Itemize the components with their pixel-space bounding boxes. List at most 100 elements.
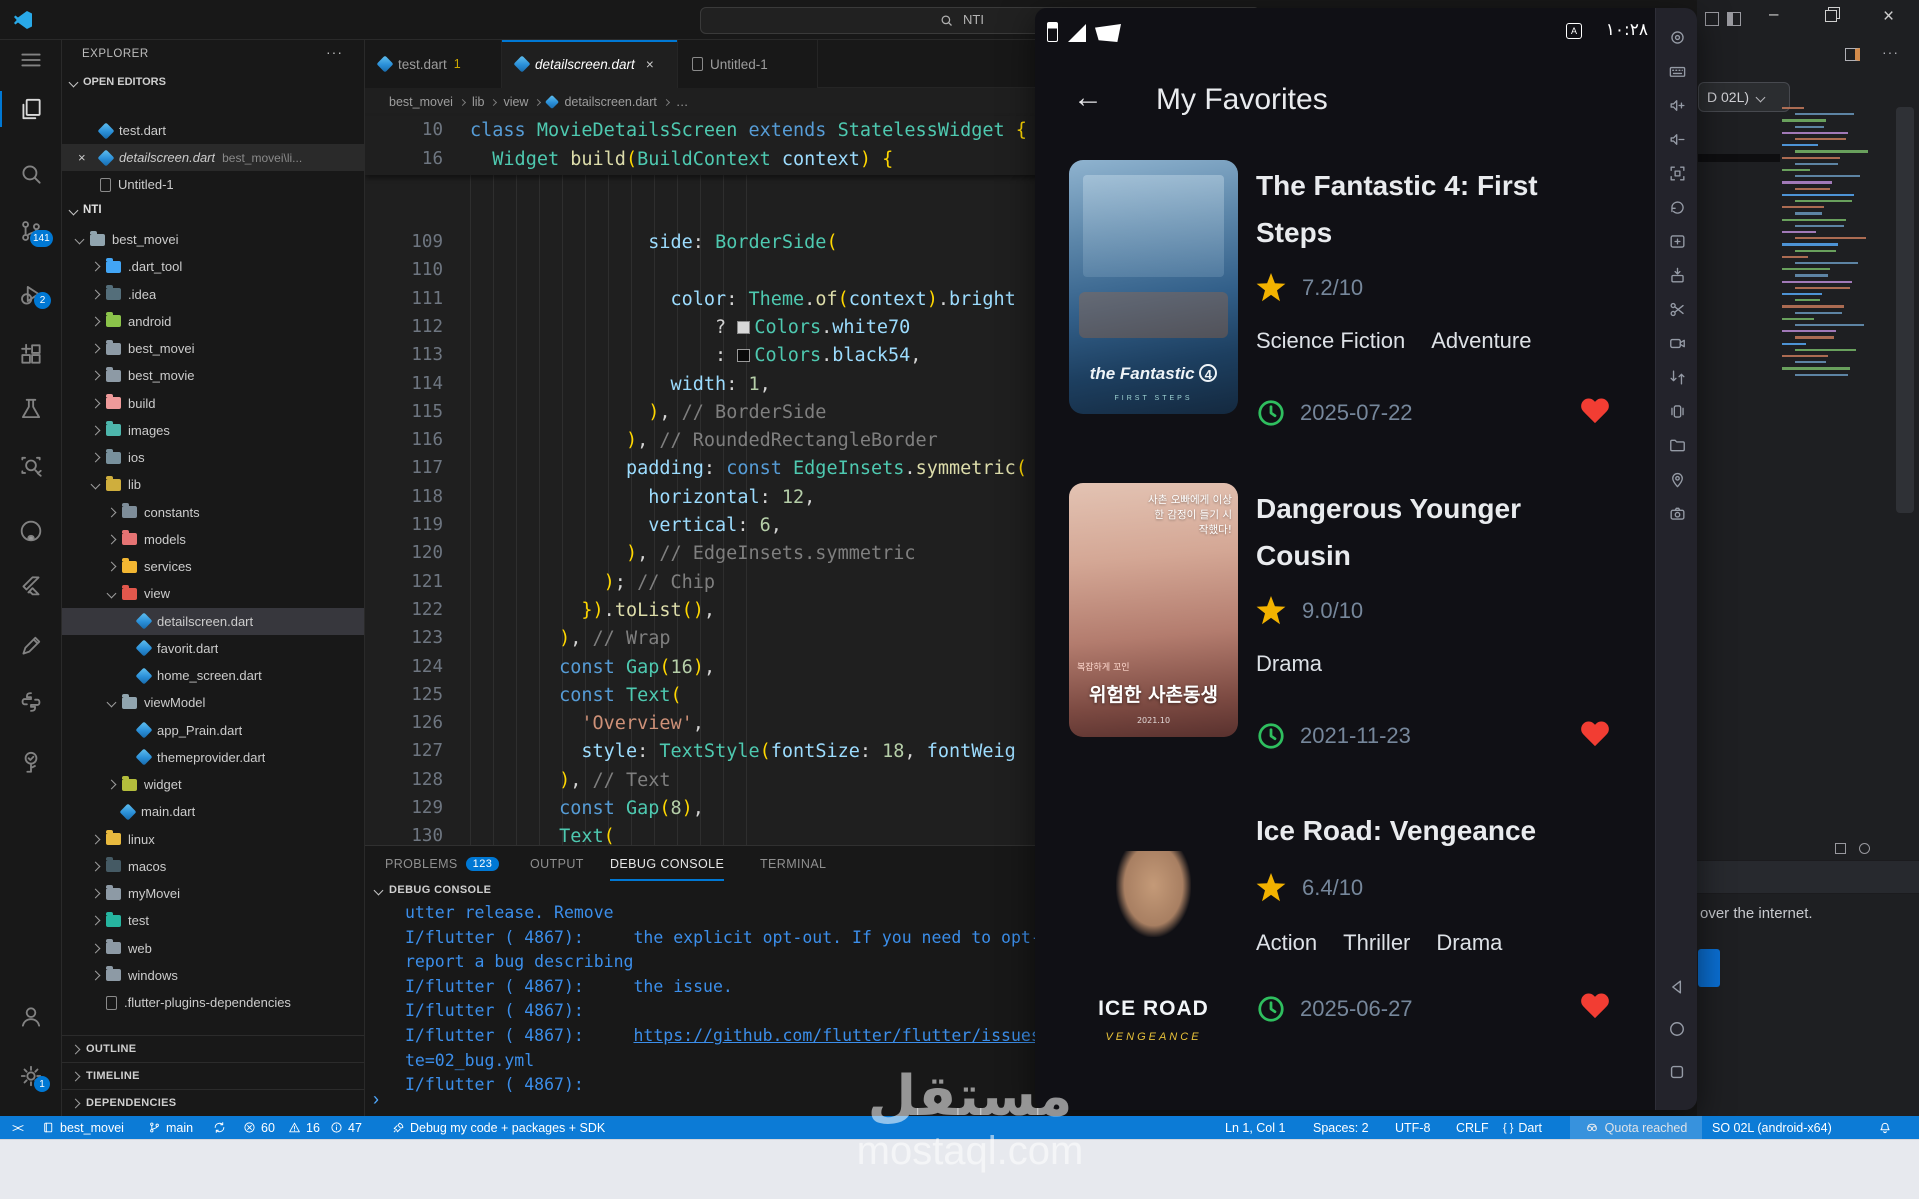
keyboard-icon[interactable] [1664, 58, 1690, 84]
movie-poster[interactable]: 사촌 오빠에게 이상한 감정이 들기 시작했다! 복잡하게 꼬인 위험한 사촌동… [1069, 483, 1238, 737]
install-apk-icon[interactable] [1664, 262, 1690, 288]
studio-blue-button[interactable] [1698, 949, 1720, 987]
status-device[interactable]: SO 02L (android-x64) [1712, 1116, 1832, 1139]
record-icon[interactable] [1664, 330, 1690, 356]
status-eol[interactable]: CRLF [1456, 1116, 1489, 1139]
account-icon[interactable] [0, 995, 62, 1039]
swap-icon[interactable] [1664, 364, 1690, 390]
scissors-icon[interactable] [1664, 296, 1690, 322]
favorite-heart-icon[interactable] [1580, 994, 1610, 1021]
tab-Untitled-1[interactable]: Untitled-1 [678, 40, 818, 88]
close-icon[interactable]: × [78, 150, 86, 165]
favorite-heart-icon[interactable] [1580, 399, 1610, 426]
debug-console-section[interactable]: DEBUG CONSOLE [373, 884, 491, 896]
volume-up-icon[interactable] [1664, 92, 1690, 118]
problems-warnings[interactable]: 16 [288, 1116, 320, 1139]
tree-file-row[interactable]: themeprovider.dart [62, 744, 364, 771]
location-icon[interactable] [1664, 466, 1690, 492]
breadcrumb[interactable]: best_movei lib view detailscreen.dart… [389, 88, 688, 116]
search-icon[interactable] [0, 152, 62, 196]
sync-icon[interactable] [213, 1116, 226, 1139]
panel-maximize-icon[interactable] [1835, 843, 1846, 854]
open-editor-item[interactable]: Untitled-1 [62, 171, 364, 198]
tree-folder-row[interactable]: widget [62, 771, 364, 798]
tree-folder-row[interactable]: linux [62, 826, 364, 853]
studio-layout-icon[interactable] [1727, 12, 1741, 26]
tree-folder-row[interactable]: test [62, 907, 364, 934]
status-project[interactable]: best_movei [42, 1116, 124, 1139]
panel-tab-debug-console[interactable]: DEBUG CONSOLE [610, 846, 724, 881]
sidebar-section-timeline[interactable]: TIMELINE [62, 1062, 364, 1089]
sidebar-section-outline[interactable]: OUTLINE [62, 1035, 364, 1062]
close-icon[interactable]: × [646, 57, 654, 72]
screenshot-icon[interactable] [1664, 160, 1690, 186]
open-editor-item[interactable]: test.dart [62, 117, 364, 144]
breadcrumb-item[interactable]: best_movei [389, 95, 453, 109]
workspace-header[interactable]: NTI [68, 204, 102, 216]
tree-folder-row[interactable]: best_movei [62, 226, 364, 253]
flutter-icon[interactable] [0, 565, 62, 609]
testing-icon[interactable] [0, 387, 62, 431]
github-icon[interactable] [0, 509, 62, 553]
tree-folder-row[interactable]: android [62, 308, 364, 335]
tree-folder-row[interactable]: images [62, 417, 364, 444]
settings-gear-icon[interactable] [0, 1054, 62, 1098]
studio-tool-icon[interactable] [1705, 12, 1719, 26]
tree-folder-row[interactable]: best_movie [62, 362, 364, 389]
nav-back-icon[interactable] [1664, 974, 1690, 1000]
remote-icon[interactable]: >< [12, 1116, 24, 1139]
tab-detailscreen-dart[interactable]: detailscreen.dart × [502, 40, 678, 88]
sidebar-more-icon[interactable]: ··· [326, 44, 343, 60]
back-arrow-icon[interactable]: ← [1073, 82, 1103, 114]
favorite-heart-icon[interactable] [1580, 722, 1610, 749]
tree-file-row[interactable]: home_screen.dart [62, 662, 364, 689]
studio-split-icon[interactable] [1845, 48, 1860, 61]
problems-errors[interactable]: 60 [243, 1116, 275, 1139]
tree-folder-row[interactable]: view [62, 580, 364, 607]
remote-search-icon[interactable] [0, 445, 62, 489]
status-language[interactable]: { } Dart [1503, 1116, 1542, 1139]
menu-icon[interactable] [0, 38, 62, 82]
panel-tab-output[interactable]: OUTPUT [530, 846, 584, 881]
panel-tab-problems[interactable]: PROBLEMS 123 [385, 846, 500, 881]
tree-folder-row[interactable]: constants [62, 499, 364, 526]
tree-folder-row[interactable]: services [62, 553, 364, 580]
explorer-icon[interactable] [0, 87, 62, 131]
folder-icon[interactable] [1664, 432, 1690, 458]
debug-config[interactable]: Debug my code + packages + SDK [392, 1116, 605, 1139]
studio-more-icon[interactable]: ··· [1882, 44, 1899, 60]
panel-tab-terminal[interactable]: TERMINAL [760, 846, 826, 881]
panel-options-icon[interactable] [1859, 843, 1870, 854]
pencil-icon[interactable] [0, 624, 62, 668]
tree-folder-row[interactable]: .idea [62, 281, 364, 308]
status-branch[interactable]: main [148, 1116, 193, 1139]
tree-folder-row[interactable]: .dart_tool [62, 253, 364, 280]
breadcrumb-item[interactable]: detailscreen.dart [564, 95, 656, 109]
sidebar-section-dependencies[interactable]: DEPENDENCIES [62, 1089, 364, 1116]
studio-scrollbar[interactable] [1896, 107, 1914, 513]
source-control-icon[interactable] [0, 209, 62, 253]
status-ln-col[interactable]: Ln 1, Col 1 [1225, 1116, 1285, 1139]
status-spaces[interactable]: Spaces: 2 [1313, 1116, 1369, 1139]
tree-folder-row[interactable]: macos [62, 853, 364, 880]
add-window-icon[interactable] [1664, 228, 1690, 254]
tree-file-row[interactable]: app_Prain.dart [62, 717, 364, 744]
tree-folder-row[interactable]: models [62, 526, 364, 553]
snapshot-icon[interactable] [1664, 500, 1690, 526]
tree-file-row[interactable]: .flutter-plugins-dependencies [62, 989, 364, 1016]
nav-overview-icon[interactable] [1664, 1059, 1690, 1085]
extensions-icon[interactable] [0, 332, 62, 376]
window-minimize-icon[interactable]: – [1769, 4, 1778, 24]
breadcrumb-item[interactable]: lib [472, 95, 485, 109]
breadcrumb-item[interactable]: view [503, 95, 528, 109]
rotate-icon[interactable] [1664, 194, 1690, 220]
console-prompt[interactable]: › [373, 1089, 379, 1110]
tree-file-row[interactable]: favorit.dart [62, 635, 364, 662]
tab-test-dart[interactable]: test.dart 1 [365, 40, 502, 88]
nav-home-icon[interactable] [1664, 1016, 1690, 1042]
device-selector-dropdown[interactable]: D 02L) [1698, 82, 1790, 112]
status-encoding[interactable]: UTF-8 [1395, 1116, 1430, 1139]
window-restore-icon[interactable] [1825, 10, 1837, 22]
tree-folder-row[interactable]: lib [62, 471, 364, 498]
tree-folder-row[interactable]: web [62, 935, 364, 962]
